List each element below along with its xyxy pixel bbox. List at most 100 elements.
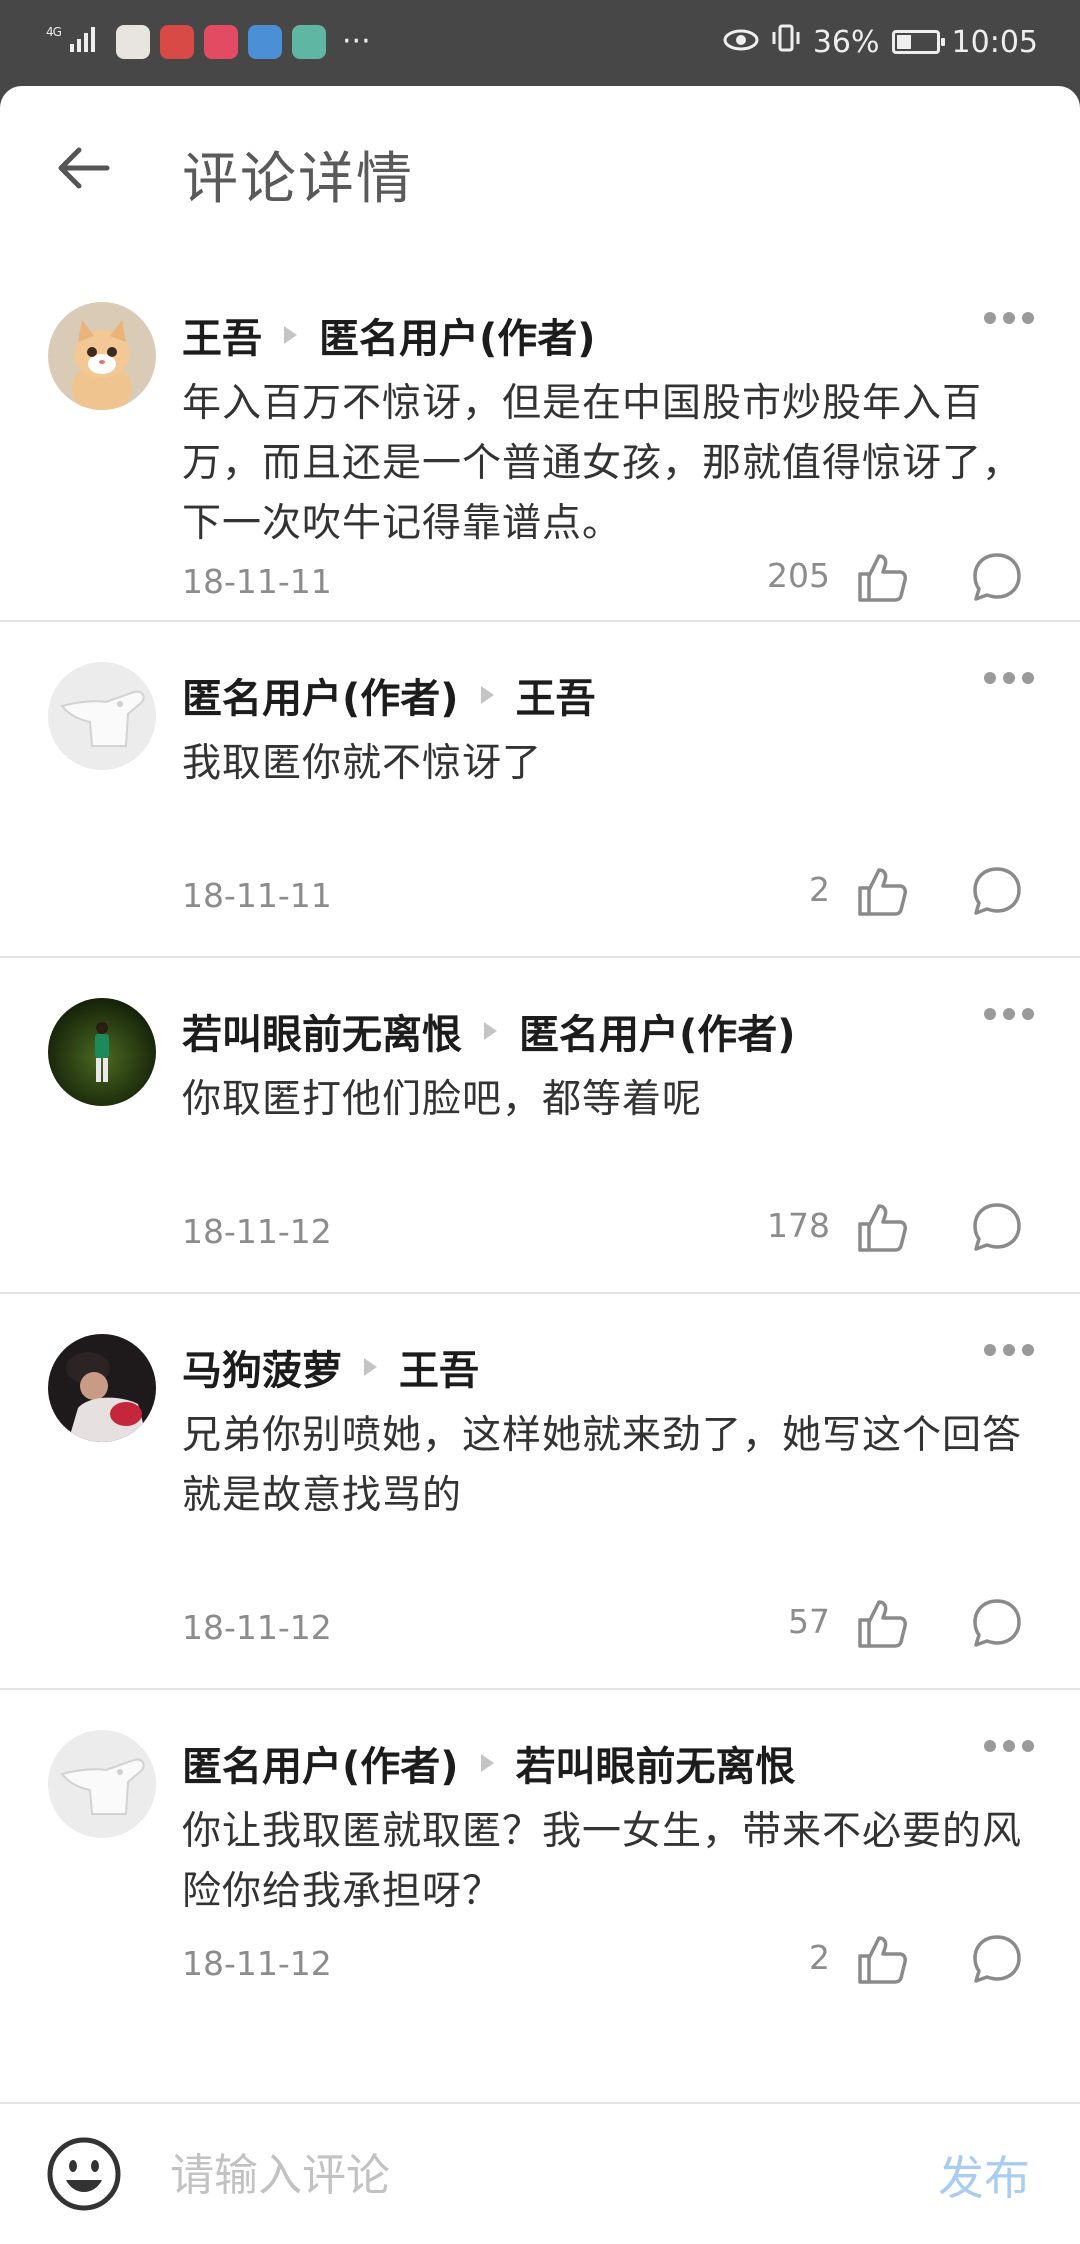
like-count: 178 [767,1206,830,1245]
arrow-left-icon [58,147,110,189]
thumbs-up-icon[interactable] [854,550,910,606]
thumbs-up-icon[interactable] [854,1932,910,1988]
thumbs-up-icon[interactable] [854,864,910,920]
kitten-avatar-image [48,302,156,410]
dot-icon [1003,1740,1015,1752]
comment-names: 匿名用户(作者) 王吾 [182,666,596,724]
avatar[interactable] [48,1334,156,1442]
comment-date: 18-11-11 [182,876,332,915]
reply-arrow-icon [484,1022,497,1040]
comment-names: 王吾 匿名用户(作者) [182,306,596,364]
anonymous-avatar-image [48,662,156,770]
dot-icon [984,1344,996,1356]
anonymous-avatar-image [48,1730,156,1838]
avatar[interactable] [48,1730,156,1838]
dot-icon [1003,1344,1015,1356]
like-count: 205 [767,556,830,595]
reply-to-name[interactable]: 匿名用户(作者) [519,1002,796,1060]
comment-date: 18-11-12 [182,1608,332,1647]
comment-names: 马狗菠萝 王吾 [182,1338,479,1396]
author-name[interactable]: 匿名用户(作者) [182,666,459,724]
reply-to-name[interactable]: 匿名用户(作者) [319,306,596,364]
comment-item: 王吾 匿名用户(作者) 年入百万不惊讶，但是在中国股市炒股年入百万，而且还是一个… [0,186,1080,622]
app-icon-2 [160,25,194,59]
reply-bubble-icon[interactable] [970,550,1024,604]
clock: 10:05 [951,24,1038,60]
status-bar: 4G ··· 36% 10:05 [0,0,1080,86]
status-left: 4G ··· [46,22,371,62]
reply-arrow-icon [480,686,494,704]
like-count: 2 [809,1938,830,1977]
more-options-button[interactable] [984,312,1034,324]
dot-icon [984,1740,996,1752]
dot-icon [1022,1344,1034,1356]
reply-arrow-icon [364,1358,377,1376]
like-count: 57 [788,1602,830,1641]
comment-date: 18-11-12 [182,1944,332,1983]
app-icon-3 [204,25,238,59]
reply-arrow-icon [480,1754,494,1772]
thumbs-up-icon[interactable] [854,1596,910,1652]
app-icon-4 [248,25,282,59]
more-options-button[interactable] [984,1344,1034,1356]
smiley-icon[interactable] [44,2134,124,2214]
comment-names: 匿名用户(作者) 若叫眼前无离恨 [182,1734,796,1792]
more-options-button[interactable] [984,1740,1034,1752]
more-options-button[interactable] [984,1008,1034,1020]
dot-icon [1003,312,1015,324]
reply-to-name[interactable]: 若叫眼前无离恨 [516,1734,796,1792]
comment-names: 若叫眼前无离恨 匿名用户(作者) [182,1002,796,1060]
status-right: 36% 10:05 [723,22,1038,62]
reply-bubble-icon[interactable] [970,864,1024,918]
author-name[interactable]: 王吾 [182,306,262,364]
comment-item: 匿名用户(作者) 若叫眼前无离恨 你让我取匿就取匿？我一女生，带来不必要的风险你… [0,1690,1080,2024]
dot-icon [1003,672,1015,684]
dot-icon [1022,1740,1034,1752]
battery-percent: 36% [812,24,880,60]
app-icon-5 [292,25,326,59]
dot-icon [984,1008,996,1020]
comment-date: 18-11-12 [182,1212,332,1251]
reply-bubble-icon[interactable] [970,1596,1024,1650]
author-name[interactable]: 马狗菠萝 [182,1338,342,1396]
dot-icon [984,312,996,324]
vibrate-icon [771,23,801,61]
comment-text: 我取匿你就不惊讶了 [182,741,543,786]
thumbs-up-icon[interactable] [854,1200,910,1256]
reply-to-name[interactable]: 王吾 [516,666,596,724]
dot-icon [1022,312,1034,324]
like-count: 2 [809,870,830,909]
eye-icon [723,25,759,60]
signal-icon: 4G [46,22,106,62]
battery-icon [891,30,945,54]
reply-arrow-icon [284,326,297,344]
avatar[interactable] [48,998,156,1106]
person-avatar-image [48,1334,156,1442]
author-name[interactable]: 若叫眼前无离恨 [182,1002,462,1060]
comment-input[interactable] [168,2132,872,2218]
comment-input-bar: 发布 [0,2102,1080,2244]
dot-icon [984,672,996,684]
reply-to-name[interactable]: 王吾 [399,1338,479,1396]
comment-text: 你取匿打他们脸吧，都等着呢 [182,1077,703,1122]
app-icon-1 [116,25,150,59]
publish-button[interactable]: 发布 [938,2142,1030,2208]
network-label: 4G [46,25,62,39]
comment-text: 你让我取匿就取匿？我一女生，带来不必要的风险你给我承担呀？ [182,1809,1023,1914]
comment-item: 若叫眼前无离恨 匿名用户(作者) 你取匿打他们脸吧，都等着呢 18-11-12 … [0,958,1080,1294]
dot-icon [1022,672,1034,684]
reply-bubble-icon[interactable] [970,1200,1024,1254]
dot-icon [1022,1008,1034,1020]
more-options-button[interactable] [984,672,1034,684]
comment-date: 18-11-11 [182,562,332,601]
comment-item: 匿名用户(作者) 王吾 我取匿你就不惊讶了 18-11-11 2 [0,622,1080,958]
more-notifications-icon: ··· [342,24,371,59]
author-name[interactable]: 匿名用户(作者) [182,1734,459,1792]
comment-item: 马狗菠萝 王吾 兄弟你别喷她，这样她就来劲了，她写这个回答就是故意找骂的 18-… [0,1294,1080,1690]
comment-detail-sheet: 评论详情 王吾 匿名用户(作者) 年入百万不惊讶，但是在中国股市炒股年入百万，而… [0,86,1080,2244]
comment-text: 年入百万不惊讶，但是在中国股市炒股年入百万，而且还是一个普通女孩，那就值得惊讶了… [182,381,1023,546]
dot-icon [1003,1008,1015,1020]
avatar[interactable] [48,302,156,410]
reply-bubble-icon[interactable] [970,1932,1024,1986]
avatar[interactable] [48,662,156,770]
